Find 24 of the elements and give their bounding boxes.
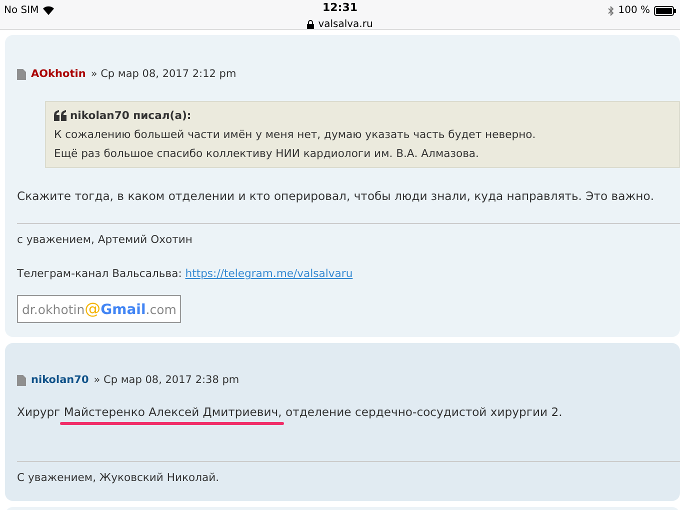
battery-icon xyxy=(654,6,676,16)
url-text: valsalva.ru xyxy=(318,18,373,32)
post-date: » Ср мар 08, 2017 2:12 pm xyxy=(90,67,236,82)
battery-label: 100 % xyxy=(618,4,650,18)
author-link[interactable]: AOkhotin xyxy=(31,67,86,83)
signature-label: Телеграм-канал Вальсальва: xyxy=(17,267,183,280)
document-icon xyxy=(17,375,26,386)
author-link[interactable]: nikolan70 xyxy=(31,373,89,389)
quote-line: Ещё раз большое спасибо коллективу НИИ кардиологи им. В.А. Алмазова. xyxy=(54,146,480,162)
quote-icon xyxy=(54,110,67,121)
post-text: Хирург Майстеренко Алексей Дмитриевич, отделение сердечно-сосудистой хирургии 2. xyxy=(17,404,680,422)
quote-line: К сожалению большей части имён у меня нет, думаю указать часть будет неверно. xyxy=(54,126,537,143)
wifi-icon xyxy=(42,6,54,15)
signature-text: С уважением, Жуковский Николай. xyxy=(17,470,220,486)
carrier-label: No SIM xyxy=(4,4,39,18)
signature-text: с уважением, Артемий Охотин xyxy=(17,232,194,248)
post-text: Скажите тогда, в каком отделении и кто оперировал, чтобы люди знали, куда направлять. Это важно. xyxy=(17,188,656,205)
lock-icon xyxy=(307,20,314,28)
email-image: dr.okhotin@Gmail.com xyxy=(17,294,182,323)
quote-author: nikolan70 писал(а): xyxy=(70,108,192,124)
post-date: » Ср мар 08, 2017 2:38 pm xyxy=(94,373,240,388)
bluetooth-icon xyxy=(608,6,614,16)
clock-time: 12:31 xyxy=(322,0,358,16)
document-icon xyxy=(17,69,26,80)
